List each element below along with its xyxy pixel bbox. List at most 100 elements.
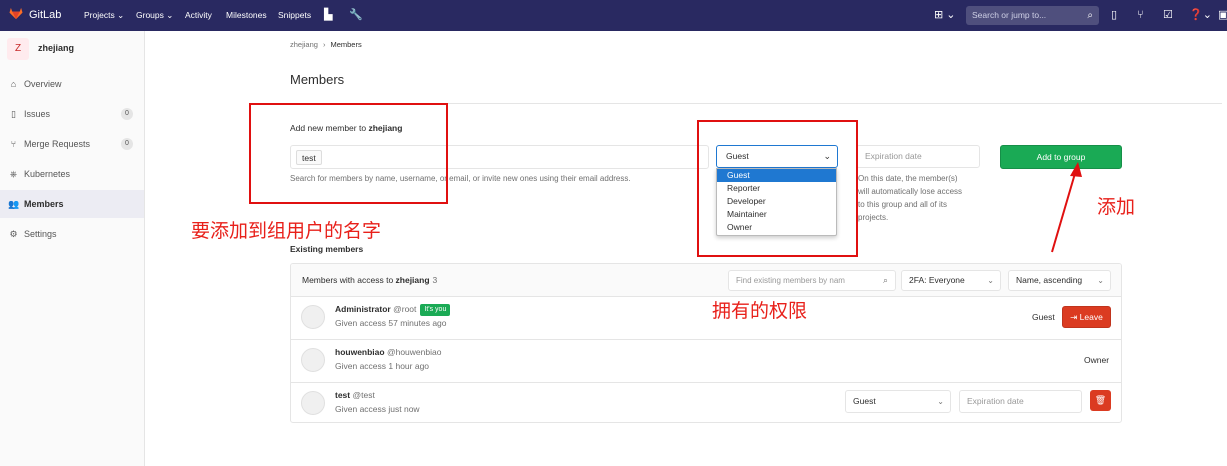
member-name: Administrator @root It's you — [335, 304, 451, 316]
gitlab-home-link[interactable]: GitLab — [8, 0, 61, 31]
avatar — [301, 305, 325, 329]
nav-snippets[interactable]: Snippets — [278, 0, 311, 31]
nav-projects[interactable]: Projects ⌄ — [84, 0, 124, 31]
expiration-help-line: projects. — [858, 213, 889, 222]
chevron-down-icon: ⌄ — [987, 276, 994, 285]
admin-area-icon[interactable]: ▙ — [324, 0, 332, 31]
user-avatar-icon[interactable]: ▣ — [1218, 0, 1227, 31]
leave-button[interactable]: ⇥ Leave — [1062, 306, 1111, 328]
member-display-name[interactable]: Administrator — [335, 304, 391, 314]
member-handle: @test — [352, 390, 375, 400]
avatar — [301, 348, 325, 372]
issues-icon: ▯ — [11, 109, 16, 119]
search-placeholder: Search or jump to... — [972, 10, 1047, 20]
sidebar-item-settings[interactable]: ⚙ Settings — [0, 220, 144, 248]
chevron-down-icon: ⌄ — [1097, 276, 1104, 285]
annotation-box-permissions — [697, 120, 858, 257]
annotation-permission-note: 拥有的权限 — [712, 300, 808, 322]
nav-activity[interactable]: Activity — [185, 0, 212, 31]
member-display-name[interactable]: houwenbiao — [335, 347, 385, 357]
annotation-username-note: 要添加到组用户的名字 — [191, 220, 382, 242]
nav-groups[interactable]: Groups ⌄ — [136, 0, 173, 31]
member-role-value: Guest — [853, 396, 876, 406]
expiration-help-line: On this date, the member(s) — [858, 174, 958, 183]
member-name: test @test — [335, 390, 375, 400]
new-plus-icon[interactable]: ⊞ ⌄ — [934, 0, 956, 31]
annotation-arrow-icon — [1051, 162, 1082, 253]
member-role-select[interactable]: Guest ⌄ — [845, 390, 951, 413]
sidebar-item-issues[interactable]: ▯ Issues 0 — [0, 100, 144, 128]
group-sidebar: Z zhejiang ⌂ Overview ▯ Issues 0 ⑂ Merge… — [0, 31, 145, 466]
member-row: houwenbiao @houwenbiao Given access 1 ho… — [291, 340, 1121, 383]
users-icon: 👥 — [8, 199, 20, 209]
avatar — [301, 391, 325, 415]
member-handle: @root — [393, 304, 417, 314]
help-icon[interactable]: ❓⌄ — [1189, 0, 1212, 31]
home-icon: ⌂ — [10, 79, 17, 89]
brand-name: GitLab — [29, 9, 62, 21]
twofa-filter-value: 2FA: Everyone — [909, 275, 965, 285]
member-name: houwenbiao @houwenbiao — [335, 347, 441, 357]
sidebar-item-merge-requests[interactable]: ⑂ Merge Requests 0 — [0, 130, 144, 158]
members-header-group: zhejiang — [395, 275, 430, 285]
member-handle: @houwenbiao — [386, 347, 442, 357]
top-navbar: GitLab Projects ⌄ Groups ⌄ Activity Mile… — [0, 0, 1227, 31]
annotation-box-username — [249, 103, 448, 204]
gear-icon: ⚙ — [9, 229, 18, 239]
expiration-date-input[interactable]: Expiration date — [856, 145, 980, 168]
leave-icon: ⇥ — [1070, 312, 1080, 322]
member-given-access: Given access 57 minutes ago — [335, 318, 447, 328]
twofa-filter-select[interactable]: 2FA: Everyone ⌄ — [901, 270, 1001, 291]
sidebar-item-overview[interactable]: ⌂ Overview — [0, 70, 144, 98]
member-role: Guest — [1032, 312, 1055, 322]
filter-members-input[interactable]: Find existing members by nam ⌕ — [728, 270, 896, 291]
chevron-down-icon: ⌄ — [937, 397, 944, 406]
breadcrumb-current[interactable]: Members — [330, 40, 361, 49]
sidebar-item-label: Issues — [24, 109, 51, 119]
breadcrumb-group-link[interactable]: zhejiang — [290, 40, 318, 49]
remove-member-button[interactable]: 🗑 — [1090, 390, 1111, 411]
group-avatar: Z — [7, 38, 29, 60]
sidebar-item-kubernetes[interactable]: ⎈ Kubernetes — [0, 160, 144, 188]
sidebar-item-label: Overview — [24, 79, 62, 89]
expiration-help: On this date, the member(s) will automat… — [858, 172, 982, 224]
sidebar-item-label: Merge Requests — [24, 139, 91, 149]
members-panel: Members with access to zhejiang 3 Find ex… — [290, 263, 1122, 423]
search-icon: ⌕ — [1087, 10, 1093, 21]
kubernetes-icon: ⎈ — [9, 169, 18, 179]
its-you-badge: It's you — [420, 304, 451, 316]
sort-select[interactable]: Name, ascending ⌄ — [1008, 270, 1111, 291]
members-panel-title: Members with access to zhejiang 3 — [302, 275, 437, 285]
filter-placeholder: Find existing members by nam — [736, 276, 845, 285]
search-icon: ⌕ — [882, 275, 888, 285]
merge-request-icon: ⑂ — [10, 139, 17, 149]
sort-value: Name, ascending — [1016, 275, 1083, 285]
page-title: Members — [290, 72, 345, 87]
members-count: 3 — [432, 275, 438, 285]
member-expiration-input[interactable]: Expiration date — [959, 390, 1082, 413]
member-display-name[interactable]: test — [335, 390, 350, 400]
annotation-add-note: 添加 — [1097, 196, 1136, 218]
global-search-input[interactable]: Search or jump to... ⌕ — [966, 6, 1099, 25]
issues-top-icon[interactable]: ▯ — [1111, 0, 1117, 31]
nav-milestones[interactable]: Milestones — [226, 0, 267, 31]
member-row: Administrator @root It's you Given access… — [291, 297, 1121, 340]
sidebar-item-label: Members — [24, 199, 64, 209]
member-role: Owner — [1084, 355, 1110, 365]
merge-requests-top-icon[interactable]: ⑂ — [1137, 0, 1144, 31]
sidebar-item-label: Settings — [24, 229, 57, 239]
breadcrumb-separator: › — [322, 40, 326, 49]
sidebar-item-members[interactable]: 👥 Members — [0, 190, 144, 218]
todos-icon[interactable]: ☑ — [1163, 0, 1173, 31]
sidebar-item-label: Kubernetes — [24, 169, 71, 179]
group-name: zhejiang — [38, 43, 75, 53]
members-panel-header: Members with access to zhejiang 3 Find ex… — [291, 264, 1121, 297]
trash-icon: 🗑 — [1094, 395, 1107, 405]
gitlab-logo-icon — [9, 7, 23, 20]
leave-label: Leave — [1079, 312, 1103, 322]
expiration-help-line: to this group and all of its — [858, 200, 947, 209]
wrench-icon[interactable]: 🔧 — [349, 0, 363, 31]
members-header-text: Members with access to — [302, 275, 396, 285]
member-given-access: Given access just now — [335, 404, 420, 414]
existing-members-heading: Existing members — [290, 244, 364, 254]
